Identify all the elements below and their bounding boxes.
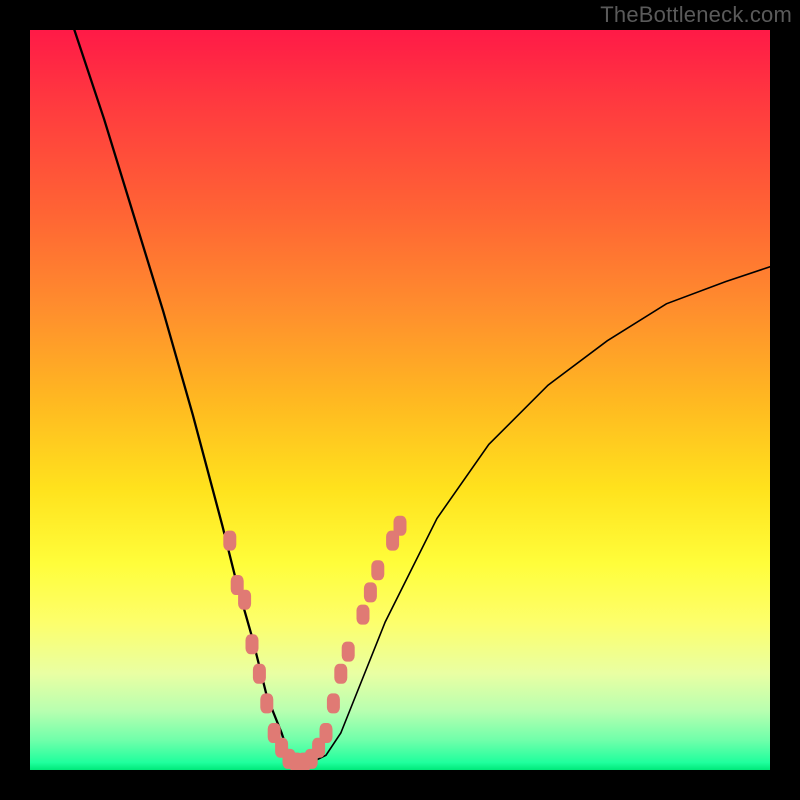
marker-point	[327, 693, 340, 713]
marker-point	[394, 516, 407, 536]
marker-point	[334, 664, 347, 684]
marker-point	[371, 560, 384, 580]
marker-group	[223, 516, 406, 770]
marker-point	[253, 664, 266, 684]
marker-point	[246, 634, 259, 654]
bottleneck-curve	[74, 30, 770, 763]
marker-point	[260, 693, 273, 713]
marker-point	[357, 605, 370, 625]
chart-svg	[30, 30, 770, 770]
curve-right	[296, 267, 770, 763]
watermark-text: TheBottleneck.com	[600, 2, 792, 28]
curve-left	[74, 30, 296, 763]
marker-point	[320, 723, 333, 743]
marker-point	[364, 582, 377, 602]
plot-area	[30, 30, 770, 770]
marker-point	[342, 642, 355, 662]
marker-point	[238, 590, 251, 610]
marker-point	[223, 531, 236, 551]
